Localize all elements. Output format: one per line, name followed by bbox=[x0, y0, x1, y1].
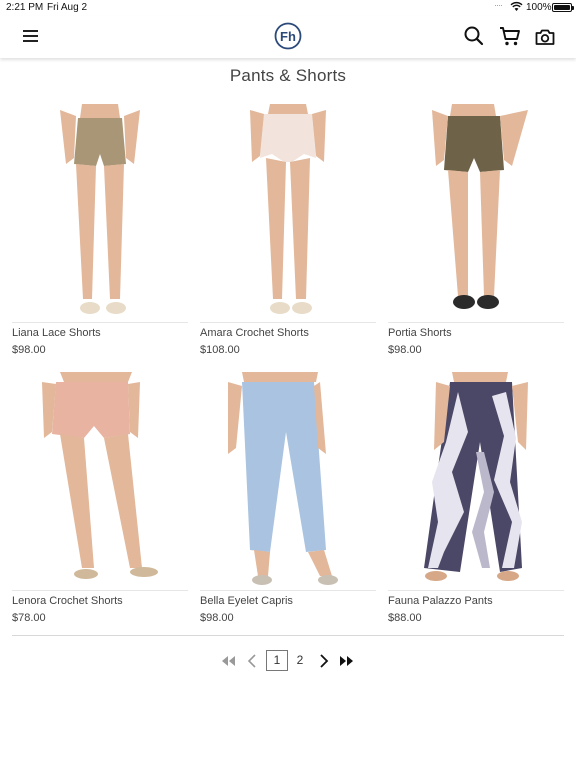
product-price: $98.00 bbox=[200, 612, 234, 624]
hamburger-menu-icon[interactable] bbox=[22, 27, 40, 45]
card-divider bbox=[12, 590, 188, 591]
top-nav-bar: Fh bbox=[0, 16, 576, 58]
product-price: $78.00 bbox=[12, 612, 46, 624]
grid-divider bbox=[12, 635, 564, 636]
card-divider bbox=[12, 322, 188, 323]
wifi-icon bbox=[510, 1, 523, 11]
product-image[interactable] bbox=[200, 372, 376, 588]
status-bar: 2:21 PM Fri Aug 2 ···· 100% bbox=[0, 0, 576, 16]
product-price: $98.00 bbox=[388, 344, 422, 356]
camera-icon[interactable] bbox=[534, 26, 556, 48]
first-page-icon[interactable] bbox=[219, 650, 237, 672]
logo-text: Fh bbox=[280, 29, 296, 44]
card-divider bbox=[388, 590, 564, 591]
product-name[interactable]: Bella Eyelet Capris bbox=[200, 595, 293, 607]
current-page-number[interactable]: 1 bbox=[266, 650, 288, 671]
product-price: $98.00 bbox=[12, 344, 46, 356]
card-divider bbox=[200, 322, 376, 323]
page-number-link[interactable]: 2 bbox=[294, 650, 306, 671]
product-name[interactable]: Amara Crochet Shorts bbox=[200, 327, 309, 339]
battery-percentage: 100% bbox=[526, 2, 552, 13]
product-image[interactable] bbox=[388, 104, 564, 320]
last-page-icon[interactable] bbox=[338, 650, 356, 672]
product-price: $88.00 bbox=[388, 612, 422, 624]
status-date: Fri Aug 2 bbox=[47, 2, 88, 13]
product-image[interactable] bbox=[388, 372, 564, 588]
product-name[interactable]: Fauna Palazzo Pants bbox=[388, 595, 493, 607]
brand-logo[interactable]: Fh bbox=[274, 22, 302, 50]
cart-icon[interactable] bbox=[498, 24, 522, 48]
card-divider bbox=[388, 322, 564, 323]
product-name[interactable]: Liana Lace Shorts bbox=[12, 327, 101, 339]
status-time: 2:21 PM bbox=[6, 2, 44, 13]
page-title: Pants & Shorts bbox=[229, 66, 347, 85]
product-name[interactable]: Portia Shorts bbox=[388, 327, 452, 339]
product-image[interactable] bbox=[12, 104, 188, 320]
signal-dots-icon: ···· bbox=[494, 0, 503, 10]
next-page-icon[interactable] bbox=[318, 650, 330, 672]
search-icon[interactable] bbox=[463, 25, 485, 47]
product-price: $108.00 bbox=[200, 344, 240, 356]
model-figure bbox=[60, 104, 140, 314]
previous-page-icon[interactable] bbox=[246, 650, 258, 672]
product-name[interactable]: Lenora Crochet Shorts bbox=[12, 595, 123, 607]
card-divider bbox=[200, 590, 376, 591]
battery-icon bbox=[552, 3, 574, 12]
product-image[interactable] bbox=[200, 104, 376, 320]
product-image[interactable] bbox=[12, 372, 188, 588]
